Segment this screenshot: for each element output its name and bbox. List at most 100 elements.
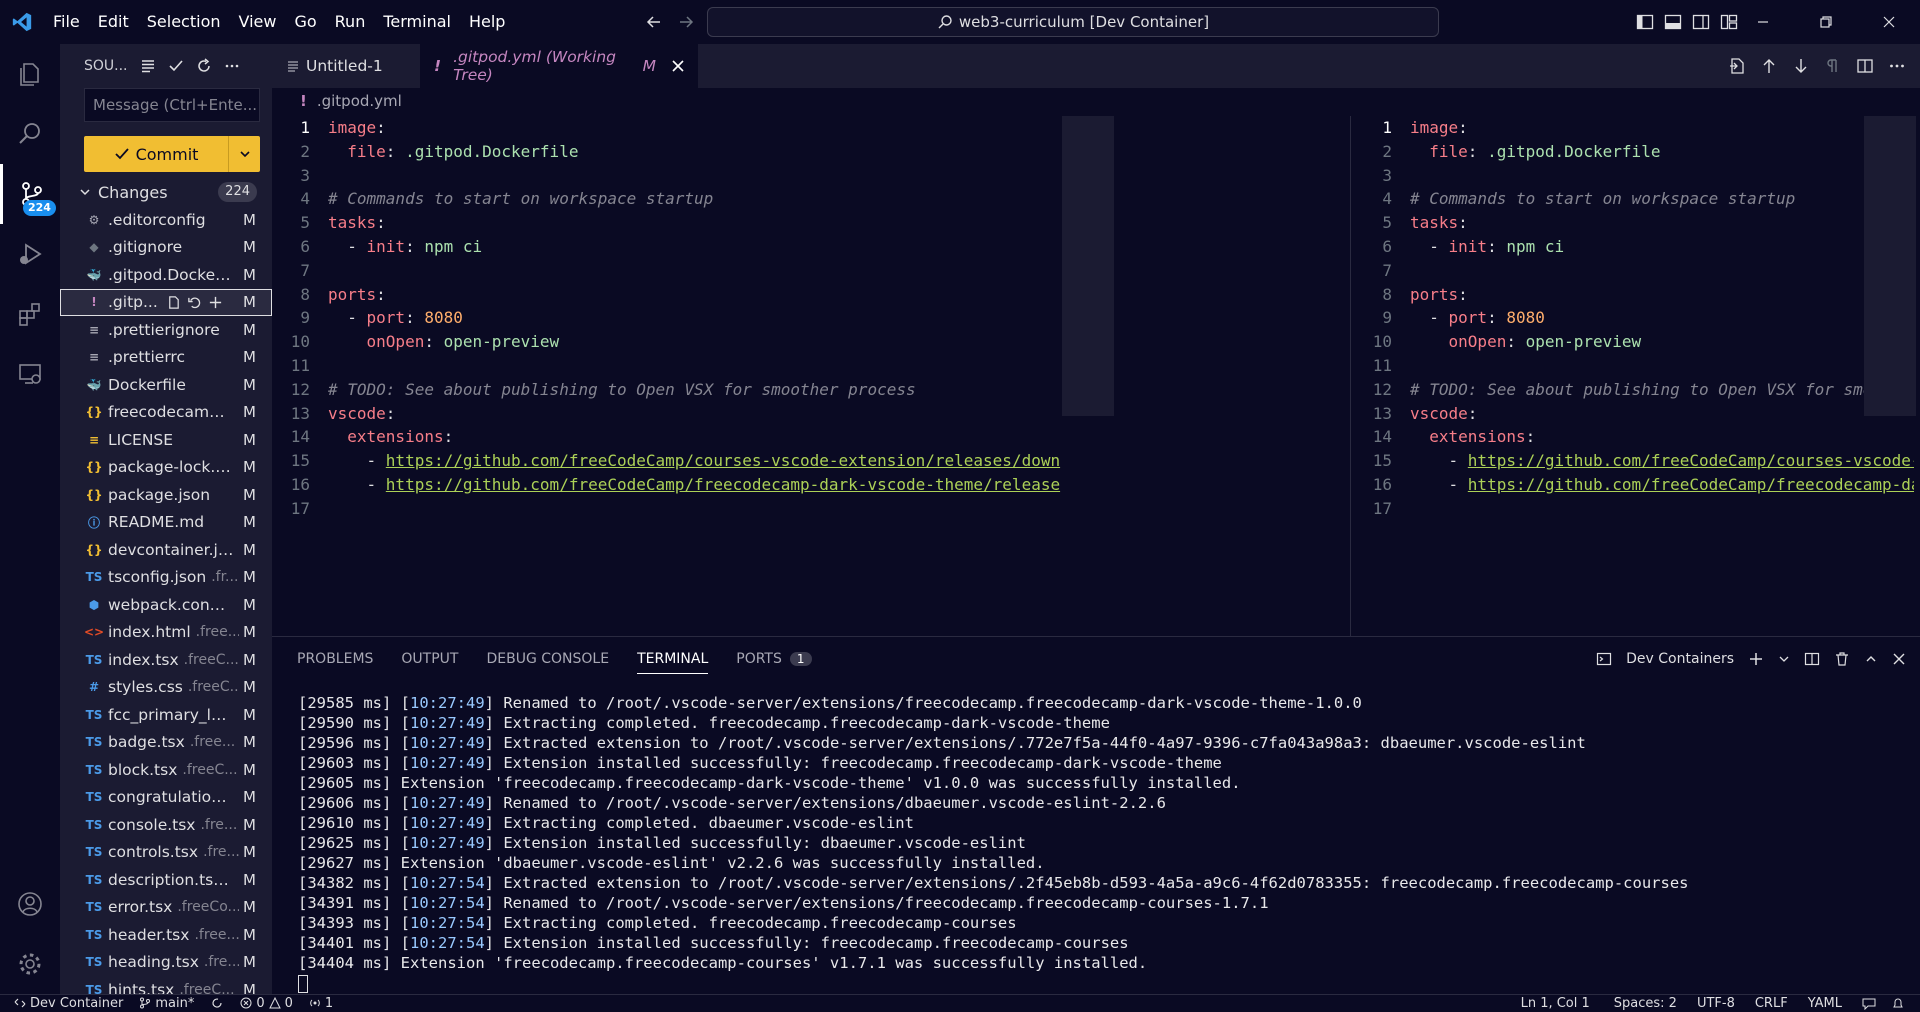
- commit-message-input[interactable]: Message (Ctrl+Ente...: [84, 88, 260, 122]
- command-center[interactable]: web3-curriculum [Dev Container]: [707, 7, 1439, 37]
- code-line[interactable]: 9 - port: 8080: [1354, 306, 1914, 330]
- changed-file-item[interactable]: {} package-lock.js... M: [60, 454, 272, 482]
- menu-help[interactable]: Help: [460, 0, 514, 44]
- split-editor-icon[interactable]: [1856, 57, 1874, 75]
- next-change-icon[interactable]: [1792, 57, 1810, 75]
- changed-file-item[interactable]: ⓘ README.md M: [60, 509, 272, 537]
- tab-problems[interactable]: PROBLEMS: [297, 651, 373, 667]
- changed-file-item[interactable]: TS console.tsx .fre... M: [60, 811, 272, 839]
- close-tab-icon[interactable]: [672, 60, 684, 72]
- indentation[interactable]: Spaces: 2: [1604, 996, 1687, 1011]
- changed-file-item[interactable]: TS block.tsx .freeC... M: [60, 756, 272, 784]
- changed-file-item[interactable]: TS description.tsx... M: [60, 866, 272, 894]
- code-line[interactable]: 17: [272, 497, 1077, 521]
- commit-check-icon[interactable]: [168, 58, 184, 74]
- remote-indicator[interactable]: Dev Container: [0, 996, 131, 1011]
- restore-icon[interactable]: [1794, 0, 1857, 44]
- code-line[interactable]: 1 image:: [272, 116, 1077, 140]
- changed-file-item[interactable]: TS hints.tsx .freeC... M: [60, 976, 272, 994]
- menu-selection[interactable]: Selection: [138, 0, 230, 44]
- changed-file-item[interactable]: TS error.tsx .freeCo... M: [60, 894, 272, 922]
- tab-debug-console[interactable]: DEBUG CONSOLE: [486, 651, 609, 667]
- toggle-secondary-sidebar-icon[interactable]: [1692, 13, 1710, 31]
- sync-icon[interactable]: [202, 997, 232, 1009]
- code-line[interactable]: 14 extensions:: [272, 425, 1077, 449]
- code-line[interactable]: 6 - init: npm ci: [1354, 235, 1914, 259]
- more-actions-icon[interactable]: [224, 58, 240, 74]
- menu-run[interactable]: Run: [326, 0, 375, 44]
- changed-file-item[interactable]: {} freecodecamp.c... M: [60, 399, 272, 427]
- menu-go[interactable]: Go: [285, 0, 325, 44]
- trash-icon[interactable]: [1834, 651, 1850, 667]
- code-line[interactable]: 11: [1354, 354, 1914, 378]
- view-as-tree-icon[interactable]: [140, 58, 156, 74]
- terminal-output[interactable]: [29585 ms] [10:27:49] Renamed to /root/.…: [272, 681, 1920, 993]
- minimap-left[interactable]: [1062, 116, 1114, 416]
- diff-divider[interactable]: [1350, 116, 1351, 636]
- code-line[interactable]: 8 ports:: [1354, 283, 1914, 307]
- original-pane[interactable]: 1 image:2 file: .gitpod.Dockerfile 3 4 # Com…: [272, 116, 1077, 636]
- cursor-position[interactable]: Ln 1, Col 1: [1507, 996, 1604, 1011]
- code-line[interactable]: 12 # TODO: See about publishing to Open V…: [1354, 378, 1914, 402]
- code-line[interactable]: 3: [1354, 164, 1914, 188]
- discard-changes-icon[interactable]: [187, 295, 202, 310]
- changed-file-item[interactable]: ! .gitp... M: [60, 288, 272, 316]
- chevron-down-icon[interactable]: [1778, 653, 1790, 665]
- code-line[interactable]: 13 vscode:: [1354, 402, 1914, 426]
- changed-file-item[interactable]: TS header.tsx .free... M: [60, 921, 272, 949]
- menu-file[interactable]: File: [44, 0, 89, 44]
- code-line[interactable]: 1 image:: [1354, 116, 1914, 140]
- tab-gitpod-yml[interactable]: ! .gitpod.yml (Working Tree) M: [420, 44, 698, 88]
- minimap-right[interactable]: [1864, 116, 1916, 416]
- split-terminal-icon[interactable]: [1804, 651, 1820, 667]
- changed-file-item[interactable]: 🐳 Dockerfile M: [60, 371, 272, 399]
- changed-file-item[interactable]: ◆ .gitignore M: [60, 234, 272, 262]
- show-whitespace-icon[interactable]: [1824, 57, 1842, 75]
- search-view-icon[interactable]: [0, 104, 60, 164]
- code-line[interactable]: 8 ports:: [272, 283, 1077, 307]
- toggle-primary-sidebar-icon[interactable]: [1636, 13, 1654, 31]
- diff-editor[interactable]: ! .gitpod.yml 1 image:2 file: .gitpod.Doc…: [272, 88, 1920, 636]
- changed-file-item[interactable]: TS heading.tsx .fre... M: [60, 949, 272, 977]
- code-line[interactable]: 7: [1354, 259, 1914, 283]
- code-token[interactable]: https://github.com/freeCodeCamp/freecode…: [1468, 473, 1914, 497]
- open-file-icon[interactable]: [1728, 57, 1746, 75]
- more-actions-icon[interactable]: [1888, 57, 1906, 75]
- code-line[interactable]: 16 - https://github.com/freeCodeCamp/fre…: [272, 473, 1077, 497]
- accounts-icon[interactable]: [0, 874, 60, 934]
- terminal-name[interactable]: Dev Containers: [1626, 651, 1734, 667]
- code-line[interactable]: 13 vscode:: [272, 402, 1077, 426]
- code-line[interactable]: 4 # Commands to start on workspace startu…: [272, 187, 1077, 211]
- forward-arrow-icon[interactable]: [677, 13, 695, 31]
- code-token[interactable]: https://github.com/freeCodeCamp/courses-…: [1468, 449, 1914, 473]
- changes-section-header[interactable]: Changes 224: [60, 178, 272, 206]
- code-line[interactable]: 5 tasks:: [1354, 211, 1914, 235]
- code-line[interactable]: 2 file: .gitpod.Dockerfile: [272, 140, 1077, 164]
- code-line[interactable]: 14 extensions:: [1354, 425, 1914, 449]
- code-line[interactable]: 12 # TODO: See about publishing to Open V…: [272, 378, 1077, 402]
- changed-file-item[interactable]: {} package.json M: [60, 481, 272, 509]
- code-line[interactable]: 15 - https://github.com/freeCodeCamp/cou…: [1354, 449, 1914, 473]
- commit-dropdown-button[interactable]: [228, 136, 260, 172]
- menu-terminal[interactable]: Terminal: [374, 0, 460, 44]
- code-line[interactable]: 6 - init: npm ci: [272, 235, 1077, 259]
- code-line[interactable]: 9 - port: 8080: [272, 306, 1077, 330]
- changed-file-item[interactable]: {} devcontainer.js... M: [60, 536, 272, 564]
- end-of-line[interactable]: CRLF: [1745, 996, 1798, 1011]
- changed-file-item[interactable]: ≡ .prettierrc M: [60, 344, 272, 372]
- changed-file-item[interactable]: TS badge.tsx .free... M: [60, 729, 272, 757]
- code-line[interactable]: 10 onOpen: open-preview: [272, 330, 1077, 354]
- code-line[interactable]: 16 - https://github.com/freeCodeCamp/fre…: [1354, 473, 1914, 497]
- menu-edit[interactable]: Edit: [89, 0, 138, 44]
- menu-view[interactable]: View: [230, 0, 286, 44]
- minimize-icon[interactable]: [1731, 0, 1794, 44]
- changed-file-item[interactable]: <> index.html .free... M: [60, 619, 272, 647]
- changed-file-item[interactable]: TS controls.tsx .fre... M: [60, 839, 272, 867]
- close-icon[interactable]: [1857, 0, 1920, 44]
- code-token[interactable]: https://github.com/freeCodeCamp/freecode…: [386, 473, 1060, 497]
- changed-file-item[interactable]: ⚙ .editorconfig M: [60, 206, 272, 234]
- tab-terminal[interactable]: TERMINAL: [637, 651, 709, 674]
- changed-file-item[interactable]: ⬢ webpack.config... M: [60, 591, 272, 619]
- code-token[interactable]: https://github.com/freeCodeCamp/courses-…: [386, 449, 1060, 473]
- close-panel-icon[interactable]: [1892, 652, 1906, 666]
